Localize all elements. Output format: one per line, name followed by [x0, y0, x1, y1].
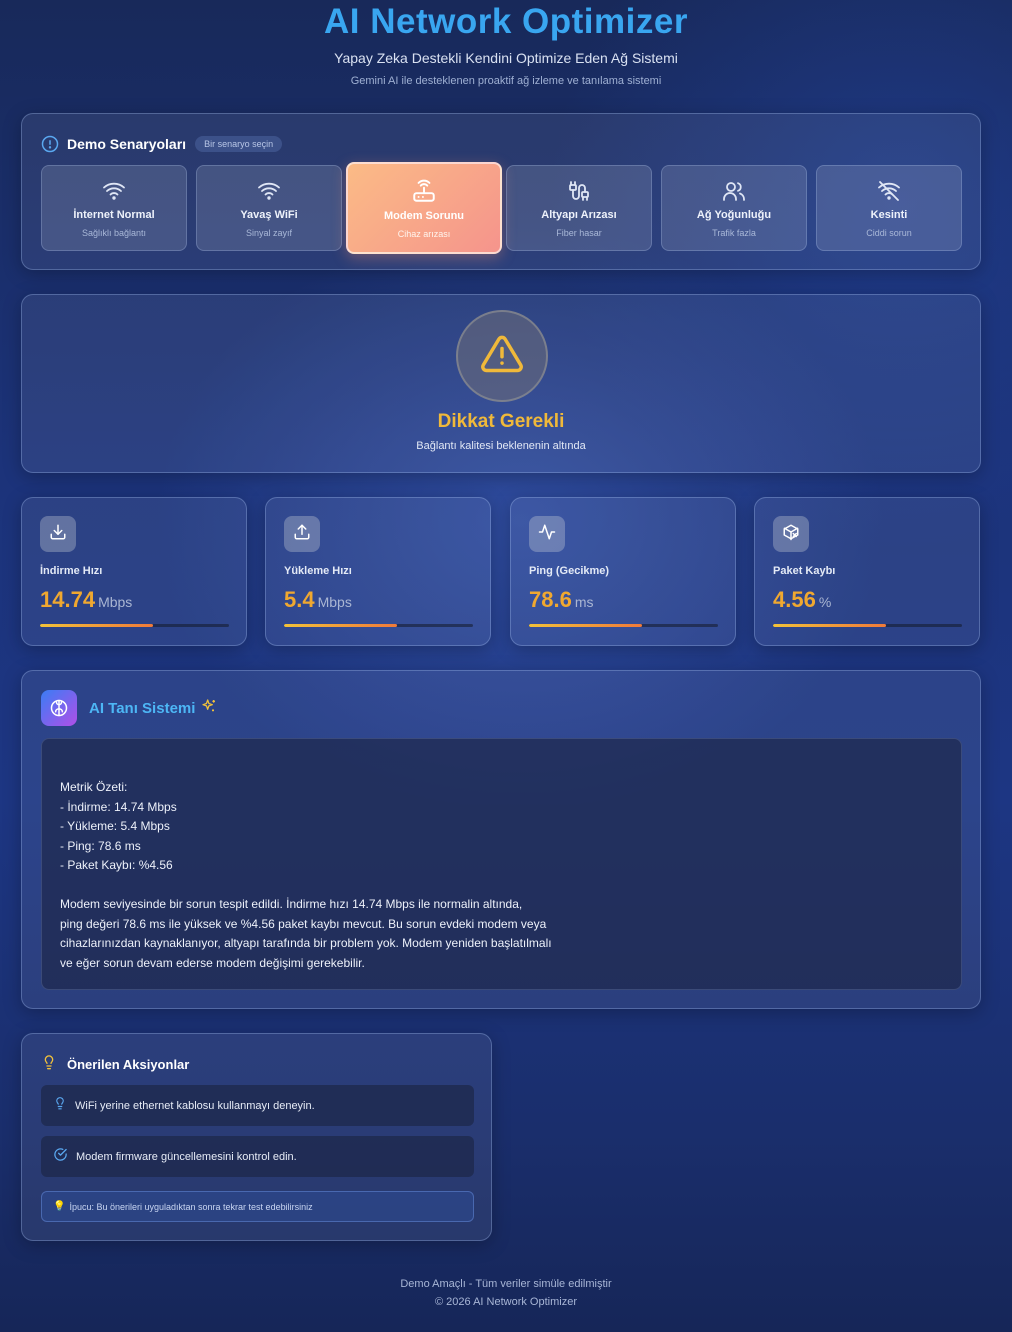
scenario-sub: Ciddi sorun: [866, 228, 912, 238]
recommendation-item[interactable]: WiFi yerine ethernet kablosu kullanmayı …: [41, 1085, 474, 1126]
metric-label: Ping (Gecikme): [529, 565, 610, 577]
scenario-network-congestion[interactable]: Ağ Yoğunluğu Trafik fazla: [661, 165, 807, 251]
users-icon: [721, 179, 747, 203]
scenarios-title: Demo Senaryoları: [67, 136, 187, 152]
status-description: Bağlantı kalitesi beklenenin altında: [416, 440, 586, 452]
metric-value: 14.74: [40, 587, 96, 612]
scenario-sub: Sağlıklı bağlantı: [81, 228, 147, 238]
metric-progress-fill: [284, 624, 398, 627]
metric-label: Paket Kaybı: [773, 565, 836, 577]
footer-disclaimer: Demo Amaçlı - Tüm veriler simüle edilmiş…: [400, 1278, 612, 1290]
scenario-outage[interactable]: Kesinti Ciddi sorun: [816, 165, 962, 251]
scenario-sub: Fiber hasar: [556, 228, 602, 238]
ai-diagnosis-panel: AI Tanı Sistemi Metrik Özeti: - İndirme:…: [21, 670, 981, 1009]
metric-progress-bar: [40, 624, 229, 627]
metric-progress-fill: [773, 624, 887, 627]
scenario-label: Altyapı Arızası: [541, 209, 617, 221]
brain-icon: [41, 690, 77, 726]
scenario-infrastructure-failure[interactable]: Altyapı Arızası Fiber hasar: [506, 165, 652, 251]
metric-progress-fill: [40, 624, 154, 627]
scenario-internet-normal[interactable]: İnternet Normal Sağlıklı bağlantı: [41, 165, 187, 251]
scenario-sub: Trafik fazla: [712, 228, 756, 238]
app-title: AI Network Optimizer: [324, 2, 688, 41]
download-icon: [49, 523, 67, 546]
info-icon: [41, 135, 59, 153]
ai-diagnosis-text: Metrik Özeti: - İndirme: 14.74 Mbps - Yü…: [60, 780, 552, 970]
metric-card-packet-loss: Paket Kaybı 4.56%: [754, 497, 980, 646]
scenario-modem-issue[interactable]: Modem Sorunu Cihaz arızası: [346, 162, 502, 254]
metric-card-upload: Yükleme Hızı 5.4 Mbps: [265, 497, 491, 646]
scenario-slow-wifi[interactable]: Yavaş WiFi Sinyal zayıf: [196, 165, 342, 251]
recommendations-title: Önerilen Aksiyonlar: [67, 1056, 190, 1072]
upload-icon: [293, 523, 311, 546]
scenario-sub: Cihaz arızası: [397, 229, 451, 239]
footer-copyright: © 2026 AI Network Optimizer: [435, 1296, 577, 1308]
metric-unit: Mbps: [98, 594, 133, 610]
status-panel: Dikkat Gerekli Bağlantı kalitesi beklene…: [21, 294, 981, 473]
scenarios-badge: Bir senaryo seçin: [195, 136, 283, 152]
wifi-icon: [101, 179, 127, 203]
metric-value: 5.4: [284, 587, 315, 612]
metric-value: 4.56: [773, 587, 816, 612]
metric-unit: ms: [574, 594, 594, 610]
metric-label: İndirme Hızı: [40, 565, 103, 577]
package-icon: [782, 523, 800, 546]
recommendations-panel: Önerilen Aksiyonlar WiFi yerine ethernet…: [21, 1033, 492, 1241]
scenario-label: Ağ Yoğunluğu: [696, 209, 772, 221]
lightbulb-icon: [53, 1095, 67, 1116]
recommendation-text: Modem firmware güncellemesini kontrol ed…: [76, 1150, 297, 1163]
metric-label: Yükleme Hızı: [284, 565, 352, 577]
metric-progress-bar: [529, 624, 718, 627]
ai-title: AI Tanı Sistemi: [89, 699, 196, 717]
metric-unit: %: [818, 594, 832, 610]
demo-scenarios-panel: Demo Senaryoları Bir senaryo seçin İnter…: [21, 113, 981, 270]
scenario-label: Kesinti: [870, 209, 908, 221]
tip-text: İpucu: Bu önerileri uyguladıktan sonra t…: [69, 1201, 313, 1212]
tip-box: 💡 İpucu: Bu önerileri uyguladıktan sonra…: [41, 1191, 474, 1222]
activity-icon: [538, 523, 556, 546]
metric-card-ping: Ping (Gecikme) 78.6 ms: [510, 497, 736, 646]
ai-output-box: Metrik Özeti: - İndirme: 14.74 Mbps - Yü…: [41, 738, 962, 990]
lightbulb-icon: [41, 1053, 57, 1076]
check-circle-icon: [53, 1147, 68, 1167]
metric-card-download: İndirme Hızı 14.74 Mbps: [21, 497, 247, 646]
scenario-sub: Sinyal zayıf: [245, 228, 293, 238]
metric-progress-bar: [773, 624, 962, 627]
app-description: Gemini AI ile desteklenen proaktif ağ iz…: [350, 75, 662, 87]
scenario-label: Modem Sorunu: [383, 210, 465, 222]
router-icon: [411, 178, 437, 202]
bulb-icon: 💡: [53, 1201, 66, 1212]
app-subtitle: Yapay Zeka Destekli Kendini Optimize Ede…: [334, 50, 678, 66]
recommendation-item[interactable]: Modem firmware güncellemesini kontrol ed…: [41, 1136, 474, 1177]
wifi-off-icon: [876, 179, 902, 203]
metric-progress-bar: [284, 624, 473, 627]
wifi-icon: [256, 179, 282, 203]
warning-icon: [478, 332, 526, 381]
metric-progress-fill: [529, 624, 643, 627]
scenario-label: Yavaş WiFi: [240, 209, 298, 221]
sparkles-icon: [201, 698, 217, 719]
metric-value: 78.6: [529, 587, 572, 612]
metric-unit: Mbps: [317, 594, 352, 610]
status-title: Dikkat Gerekli: [437, 411, 565, 432]
status-indicator: [456, 310, 548, 402]
scenario-label: İnternet Normal: [73, 209, 155, 221]
cable-icon: [566, 179, 592, 203]
recommendation-text: WiFi yerine ethernet kablosu kullanmayı …: [75, 1099, 315, 1112]
